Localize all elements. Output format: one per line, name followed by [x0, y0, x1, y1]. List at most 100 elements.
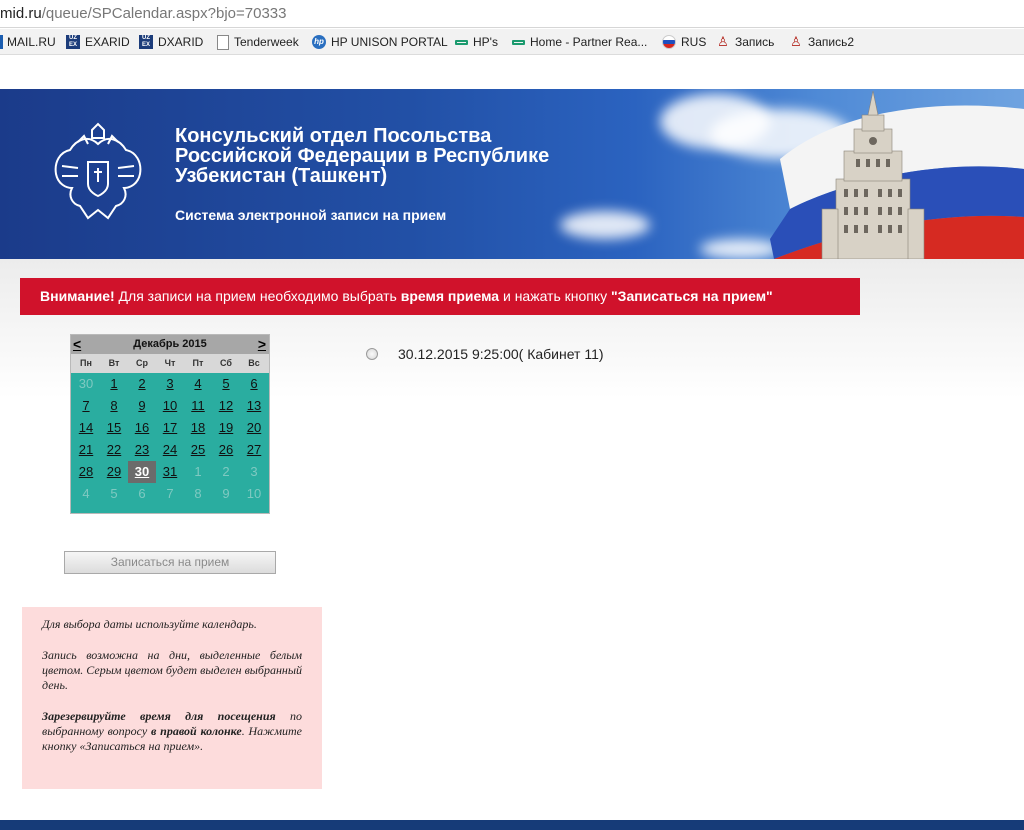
- calendar-day-other-month: 3: [250, 464, 258, 479]
- uzex-icon: UZ EX: [139, 35, 153, 49]
- calendar-day[interactable]: 27: [240, 439, 268, 461]
- bookmark-label: DXARID: [158, 35, 204, 49]
- bookmark-mailru[interactable]: MAIL.RU: [0, 34, 56, 50]
- bookmark-label: HP UNISON PORTAL: [331, 35, 448, 49]
- bookmark-zapis2[interactable]: ♙ Запись2: [789, 34, 854, 50]
- calendar-day[interactable]: 15: [100, 417, 128, 439]
- calendar-day[interactable]: 20: [240, 417, 268, 439]
- bookmark-label: Home - Partner Rea...: [530, 35, 648, 49]
- bookmark-tenderweek[interactable]: Tenderweek: [217, 34, 299, 50]
- bookmark-label: Запись2: [808, 35, 855, 49]
- calendar-day[interactable]: 19: [212, 417, 240, 439]
- calendar-day[interactable]: 9: [128, 395, 156, 417]
- alert-strong: Внимание!: [40, 288, 115, 304]
- calendar-day[interactable]: 12: [212, 395, 240, 417]
- people-icon: ♙: [790, 34, 802, 49]
- calendar-day-other-month: 8: [194, 486, 202, 501]
- calendar-day-other-month: 30: [78, 376, 94, 391]
- attention-banner: Внимание! Для записи на прием необходимо…: [20, 278, 860, 315]
- calendar-day-other-month: 7: [166, 486, 174, 501]
- calendar-day[interactable]: 30: [128, 461, 156, 483]
- calendar-day[interactable]: 26: [212, 439, 240, 461]
- date-calendar: Декабрь 2015 < > Пн Вт Ср Чт Пт Сб Вс 30 1 2 3 4 5 6…: [70, 334, 270, 514]
- calendar-day[interactable]: 16: [128, 417, 156, 439]
- bookmark-hp-unison[interactable]: hp HP UNISON PORTAL: [312, 34, 448, 50]
- calendar-day[interactable]: 31: [156, 461, 184, 483]
- calendar-weekday-label: Ср: [136, 358, 148, 368]
- calendar-day-other-month: 9: [222, 486, 230, 501]
- page-icon: [217, 34, 229, 50]
- calendar-day[interactable]: 17: [156, 417, 184, 439]
- instruction-paragraph: Зарезервируйте время для посещения по вы…: [42, 709, 302, 754]
- cloud-decoration: [560, 211, 650, 239]
- calendar-day[interactable]: 21: [72, 439, 100, 461]
- calendar-weekday-label: Пн: [80, 358, 92, 368]
- calendar-day[interactable]: 29: [100, 461, 128, 483]
- calendar-day[interactable]: 4: [184, 373, 212, 395]
- calendar-day-other-month: 2: [222, 464, 230, 479]
- calendar-day[interactable]: 14: [72, 417, 100, 439]
- calendar-day[interactable]: 28: [72, 461, 100, 483]
- footer-bar: [0, 820, 1024, 830]
- hpe-icon: [512, 39, 525, 45]
- russian-flag-building-illustration: [770, 90, 1024, 259]
- book-appointment-button[interactable]: Записаться на прием: [64, 551, 276, 574]
- calendar-day[interactable]: 25: [184, 439, 212, 461]
- bookmark-dxarid[interactable]: UZ EX DXARID: [139, 34, 203, 50]
- calendar-day-other-month: 4: [82, 486, 90, 501]
- alert-text: Для записи на прием необходимо выбрать: [114, 288, 401, 304]
- calendar-day[interactable]: 6: [240, 373, 268, 395]
- instructions-box: Для выбора даты используйте календарь. З…: [22, 607, 322, 789]
- mailru-icon: [0, 35, 3, 49]
- instruction-strong: в правой колонке: [151, 724, 242, 738]
- calendar-day[interactable]: 13: [240, 395, 268, 417]
- bookmark-zapis[interactable]: ♙ Запись: [716, 34, 774, 50]
- bookmark-label: HP's: [473, 35, 498, 49]
- bookmark-label: Запись: [735, 35, 775, 49]
- bookmark-hps[interactable]: HP's: [455, 34, 498, 50]
- calendar-weekday-label: Вт: [108, 358, 120, 368]
- calendar-weekday-row: Пн Вт Ср Чт Пт Сб Вс: [71, 354, 269, 373]
- banner-title: Консульский отдел Посольства Российской …: [175, 125, 550, 187]
- calendar-weekday-label: Пт: [192, 358, 204, 368]
- time-slot-radio[interactable]: [366, 348, 378, 360]
- alert-text: и нажать кнопку: [499, 288, 612, 304]
- calendar-day-other-month: 10: [246, 486, 262, 501]
- calendar-day[interactable]: 24: [156, 439, 184, 461]
- bookmark-label: MAIL.RU: [7, 35, 56, 49]
- calendar-day[interactable]: 7: [72, 395, 100, 417]
- time-slot-label: 30.12.2015 9:25:00( Кабинет 11): [398, 346, 604, 362]
- calendar-next-month-link[interactable]: >: [258, 335, 266, 354]
- calendar-day[interactable]: 11: [184, 395, 212, 417]
- instruction-paragraph: Для выбора даты используйте календарь.: [42, 617, 257, 631]
- calendar-day[interactable]: 10: [156, 395, 184, 417]
- calendar-weekday-label: Вс: [248, 358, 260, 368]
- address-bar[interactable]: mid.ru/queue/SPCalendar.aspx?bjo=70333: [0, 0, 1024, 28]
- bookmark-exarid[interactable]: UZ EX EXARID: [66, 34, 130, 50]
- calendar-day-other-month: 5: [110, 486, 118, 501]
- calendar-day[interactable]: 2: [128, 373, 156, 395]
- calendar-month-title: Декабрь 2015: [133, 338, 207, 350]
- calendar-day[interactable]: 23: [128, 439, 156, 461]
- calendar-day[interactable]: 22: [100, 439, 128, 461]
- alert-strong: время приема: [400, 288, 500, 304]
- calendar-prev-month-link[interactable]: <: [73, 335, 81, 354]
- uzex-icon: UZ EX: [66, 35, 80, 49]
- calendar-day-other-month: 1: [194, 464, 202, 479]
- bookmark-home-partner[interactable]: Home - Partner Rea...: [512, 34, 647, 50]
- url-host: mid.ru: [0, 5, 42, 22]
- calendar-day[interactable]: 18: [184, 417, 212, 439]
- calendar-day[interactable]: 3: [156, 373, 184, 395]
- bookmark-rus[interactable]: RUS: [662, 34, 706, 50]
- coat-of-arms-icon: [54, 122, 142, 220]
- header-banner: Консульский отдел Посольства Российской …: [0, 89, 1024, 259]
- calendar-day[interactable]: 1: [100, 373, 128, 395]
- time-slot-option[interactable]: 30.12.2015 9:25:00( Кабинет 11): [366, 345, 604, 363]
- bookmarks-bar: MAIL.RU UZ EX EXARID UZ EX DXARID Tenderwe…: [0, 29, 1024, 55]
- url-path: /queue/SPCalendar.aspx?bjo=70333: [41, 5, 287, 22]
- url-text[interactable]: mid.ru/queue/SPCalendar.aspx?bjo=70333: [0, 5, 286, 22]
- banner-subtitle: Система электронной записи на прием: [175, 207, 447, 223]
- hpe-icon: [455, 39, 468, 45]
- calendar-day[interactable]: 8: [100, 395, 128, 417]
- calendar-day[interactable]: 5: [212, 373, 240, 395]
